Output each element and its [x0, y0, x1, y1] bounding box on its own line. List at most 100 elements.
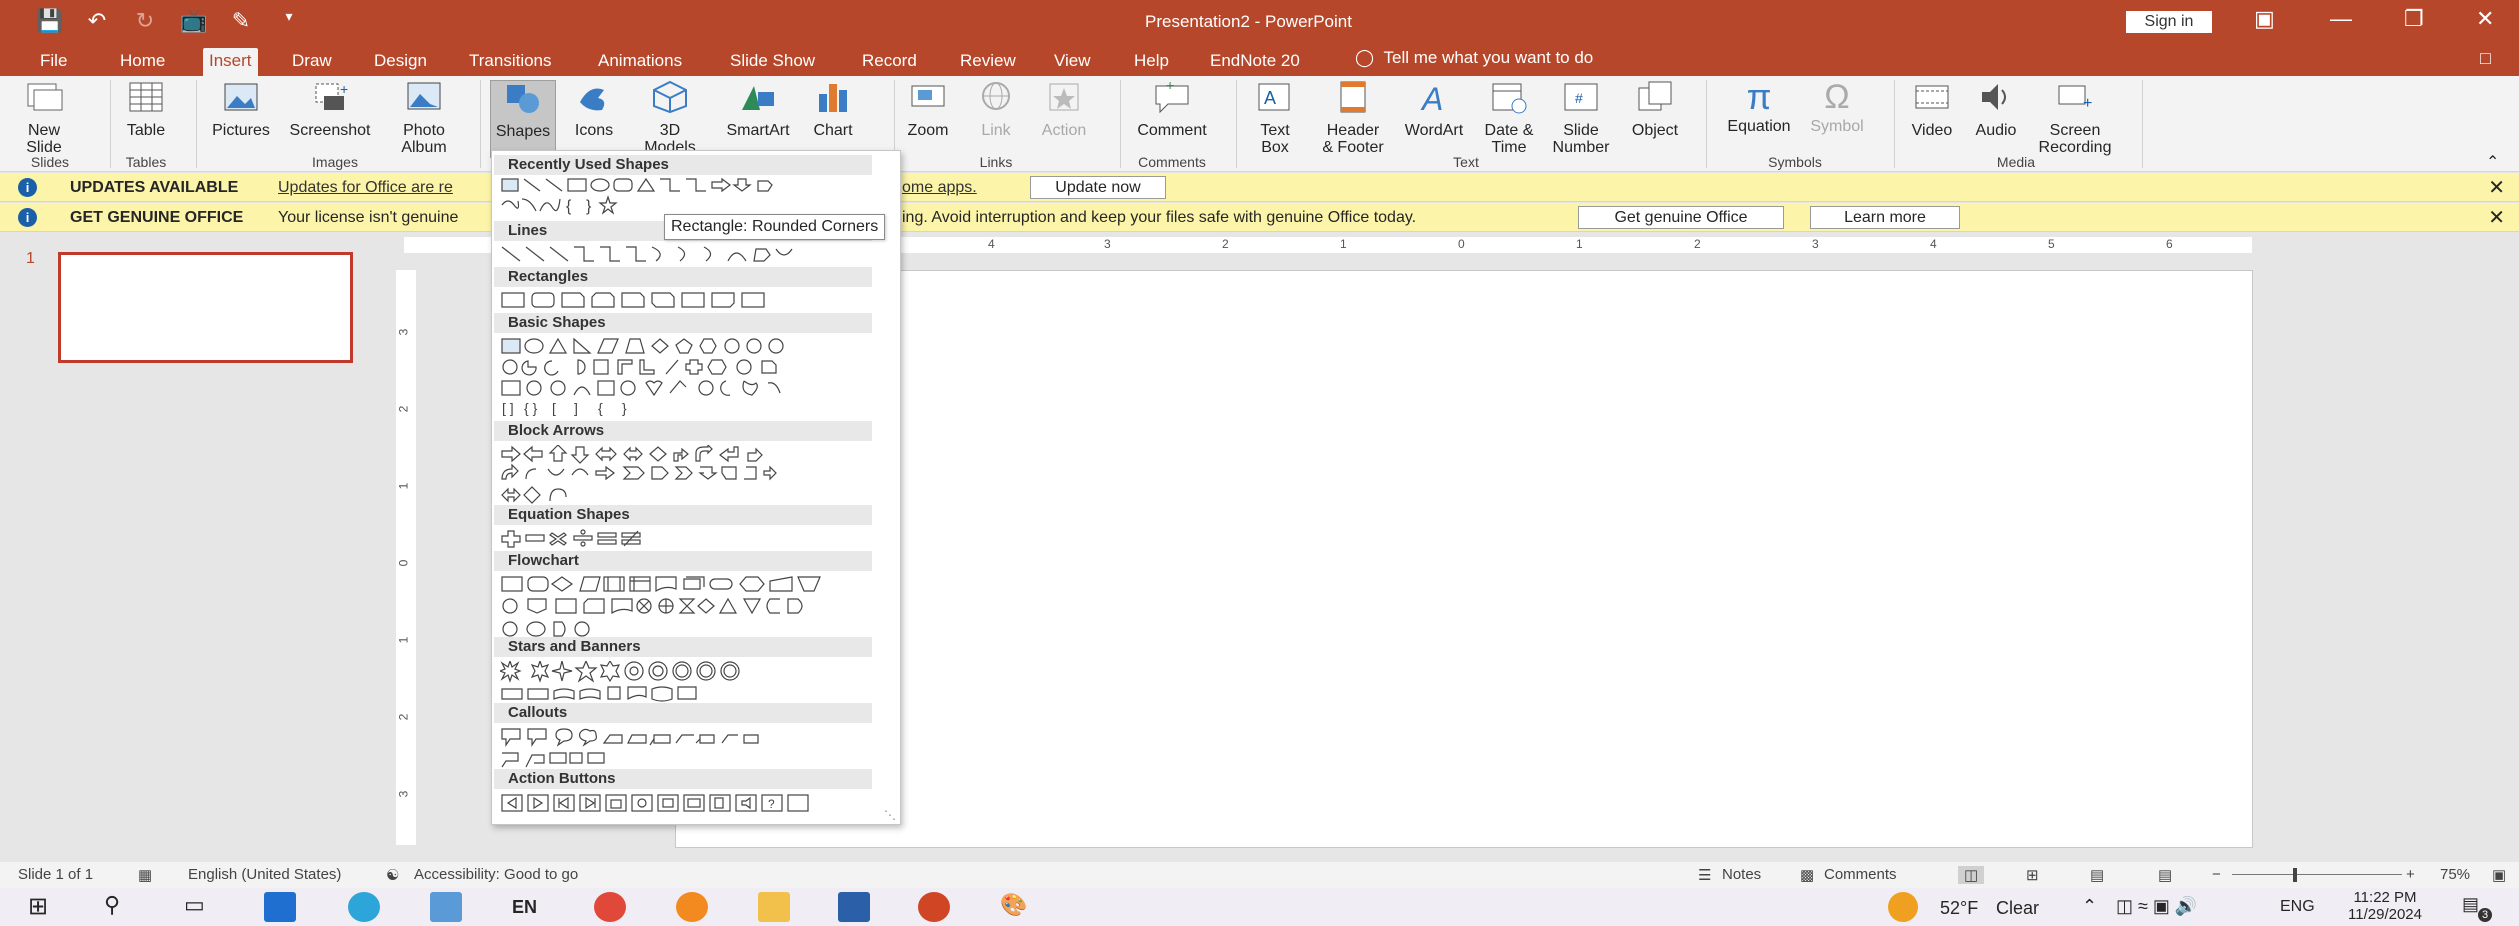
header-footer-button[interactable]: Header & Footer — [1312, 80, 1394, 156]
audio-button[interactable]: Audio — [1966, 80, 2026, 139]
tab-draw[interactable]: Draw — [286, 48, 338, 76]
close-icon[interactable]: ✕ — [2476, 6, 2494, 32]
weather-icon[interactable] — [1888, 892, 1918, 922]
slide-count[interactable]: Slide 1 of 1 — [18, 866, 93, 883]
tab-view[interactable]: View — [1048, 48, 1097, 76]
en-app-icon[interactable]: EN — [512, 892, 544, 922]
lines-row[interactable] — [500, 245, 880, 267]
updates-text-end[interactable]: ome apps. — [902, 179, 977, 197]
zoom-slider-thumb[interactable] — [2293, 868, 2297, 882]
redo-icon[interactable]: ↻ — [132, 8, 158, 34]
tab-file[interactable]: File — [34, 48, 73, 76]
pictures-button[interactable]: Pictures — [206, 80, 276, 139]
pen-icon[interactable]: ✎ — [228, 8, 254, 34]
calculator-icon[interactable] — [430, 892, 462, 922]
close-icon[interactable]: ✕ — [2488, 205, 2505, 230]
ribbon-display-icon[interactable]: ▣ — [2254, 6, 2275, 32]
shapes-button[interactable]: Shapes — [490, 80, 556, 158]
tab-animations[interactable]: Animations — [592, 48, 688, 76]
3d-models-button[interactable]: 3D Models — [630, 80, 710, 156]
tab-design[interactable]: Design — [368, 48, 433, 76]
text-box-button[interactable]: A Text Box — [1248, 80, 1302, 156]
updates-text[interactable]: Updates for Office are re — [278, 179, 453, 197]
notes-icon[interactable]: ☰ — [1698, 866, 1711, 884]
notes-button[interactable]: Notes — [1722, 866, 1761, 883]
smartart-button[interactable]: SmartArt — [716, 80, 800, 139]
comments-status-icon[interactable]: ▩ — [1800, 866, 1814, 884]
collapse-ribbon-icon[interactable]: ⌃ — [2486, 152, 2499, 172]
tab-endnote[interactable]: EndNote 20 — [1204, 48, 1306, 76]
symbol-button[interactable]: Ω Symbol — [1802, 80, 1872, 135]
fit-slide-icon[interactable]: ▣ — [2492, 866, 2506, 884]
action-buttons-row[interactable]: ? — [500, 793, 880, 815]
temperature[interactable]: 52°F — [1940, 898, 1978, 919]
block-arrows-grid[interactable] — [500, 445, 880, 511]
equation-shapes-row[interactable] — [500, 529, 880, 551]
equation-button[interactable]: π Equation — [1716, 79, 1802, 136]
zoom-slider[interactable] — [2232, 874, 2402, 875]
learn-more-button[interactable]: Learn more — [1810, 206, 1960, 229]
basic-shapes-grid[interactable]: [ ] { } [] {} — [500, 337, 880, 417]
action-button[interactable]: Action — [1032, 80, 1096, 139]
flowchart-grid[interactable] — [500, 575, 880, 639]
search-icon[interactable]: ⚲ — [104, 892, 136, 922]
word-icon[interactable] — [838, 892, 870, 922]
stars-banners-grid[interactable] — [500, 661, 880, 705]
resize-grip-icon[interactable]: ⋱ — [884, 808, 896, 822]
video-button[interactable]: Video — [1902, 80, 1962, 139]
zoom-button[interactable]: Zoom — [900, 80, 956, 139]
powerpoint-icon[interactable] — [918, 892, 950, 922]
present-icon[interactable]: 📺 — [180, 8, 207, 34]
recent-shapes-row[interactable]: {} — [500, 177, 880, 215]
get-genuine-office-button[interactable]: Get genuine Office — [1578, 206, 1784, 229]
customize-qat-icon[interactable]: ▾ — [276, 8, 302, 34]
date-time-button[interactable]: Date & Time — [1474, 80, 1544, 156]
slide-thumbnail[interactable] — [58, 252, 353, 363]
comments-icon[interactable]: □ — [2480, 48, 2491, 69]
notification-icon[interactable]: ▤ — [2462, 894, 2479, 915]
update-now-button[interactable]: Update now — [1030, 176, 1166, 199]
comments-button[interactable]: Comments — [1824, 866, 1897, 883]
tab-help[interactable]: Help — [1128, 48, 1175, 76]
chart-button[interactable]: Chart — [806, 80, 860, 139]
tab-home[interactable]: Home — [114, 48, 171, 76]
accessibility-status[interactable]: Accessibility: Good to go — [414, 866, 578, 883]
tab-slide-show[interactable]: Slide Show — [724, 48, 821, 76]
zoom-in-icon[interactable]: + — [2406, 866, 2415, 883]
sign-in-button[interactable]: Sign in — [2126, 11, 2212, 33]
minimize-icon[interactable]: — — [2330, 6, 2352, 32]
task-view-icon[interactable]: ▭ — [184, 892, 216, 922]
screen-recording-button[interactable]: + Screen Recording — [2030, 80, 2120, 156]
file-explorer-icon[interactable] — [758, 892, 790, 922]
slide-number-button[interactable]: # Slide Number — [1546, 80, 1616, 156]
normal-view-icon[interactable]: ◫ — [1958, 866, 1985, 884]
close-icon[interactable]: ✕ — [2488, 175, 2505, 200]
rectangles-row[interactable] — [500, 291, 880, 313]
slide-canvas[interactable] — [675, 270, 2253, 848]
tray-chevron-icon[interactable]: ⌃ — [2082, 896, 2097, 917]
mail-icon[interactable] — [264, 892, 296, 922]
firefox-icon[interactable] — [676, 892, 708, 922]
screenshot-button[interactable]: + Screenshot — [282, 80, 378, 139]
edge-icon[interactable] — [348, 892, 380, 922]
spelling-icon[interactable]: ▦ — [138, 866, 152, 884]
photo-album-button[interactable]: Photo Album — [388, 80, 460, 156]
table-button[interactable]: Table — [118, 80, 174, 139]
tab-review[interactable]: Review — [954, 48, 1022, 76]
undo-icon[interactable]: ↶ — [84, 8, 110, 34]
reading-view-icon[interactable]: ▤ — [2090, 866, 2104, 884]
wordart-button[interactable]: A WordArt — [1396, 80, 1472, 139]
tell-me-search[interactable]: ◯ Tell me what you want to do — [1355, 48, 1593, 68]
paint-icon[interactable]: 🎨 — [1000, 892, 1032, 922]
input-language[interactable]: ENG — [2280, 898, 2315, 916]
accessibility-icon[interactable]: ☯ — [386, 866, 399, 884]
tab-insert[interactable]: Insert — [203, 48, 258, 76]
new-slide-button[interactable]: New Slide — [14, 80, 74, 156]
object-button[interactable]: Object — [1620, 80, 1690, 139]
icons-button[interactable]: Icons — [566, 80, 622, 139]
weather-description[interactable]: Clear — [1996, 898, 2039, 919]
windows-start-icon[interactable]: ⊞ — [28, 892, 60, 922]
save-icon[interactable]: 💾 — [36, 8, 63, 34]
callouts-grid[interactable] — [500, 727, 880, 771]
comment-button[interactable]: + Comment — [1128, 77, 1216, 139]
